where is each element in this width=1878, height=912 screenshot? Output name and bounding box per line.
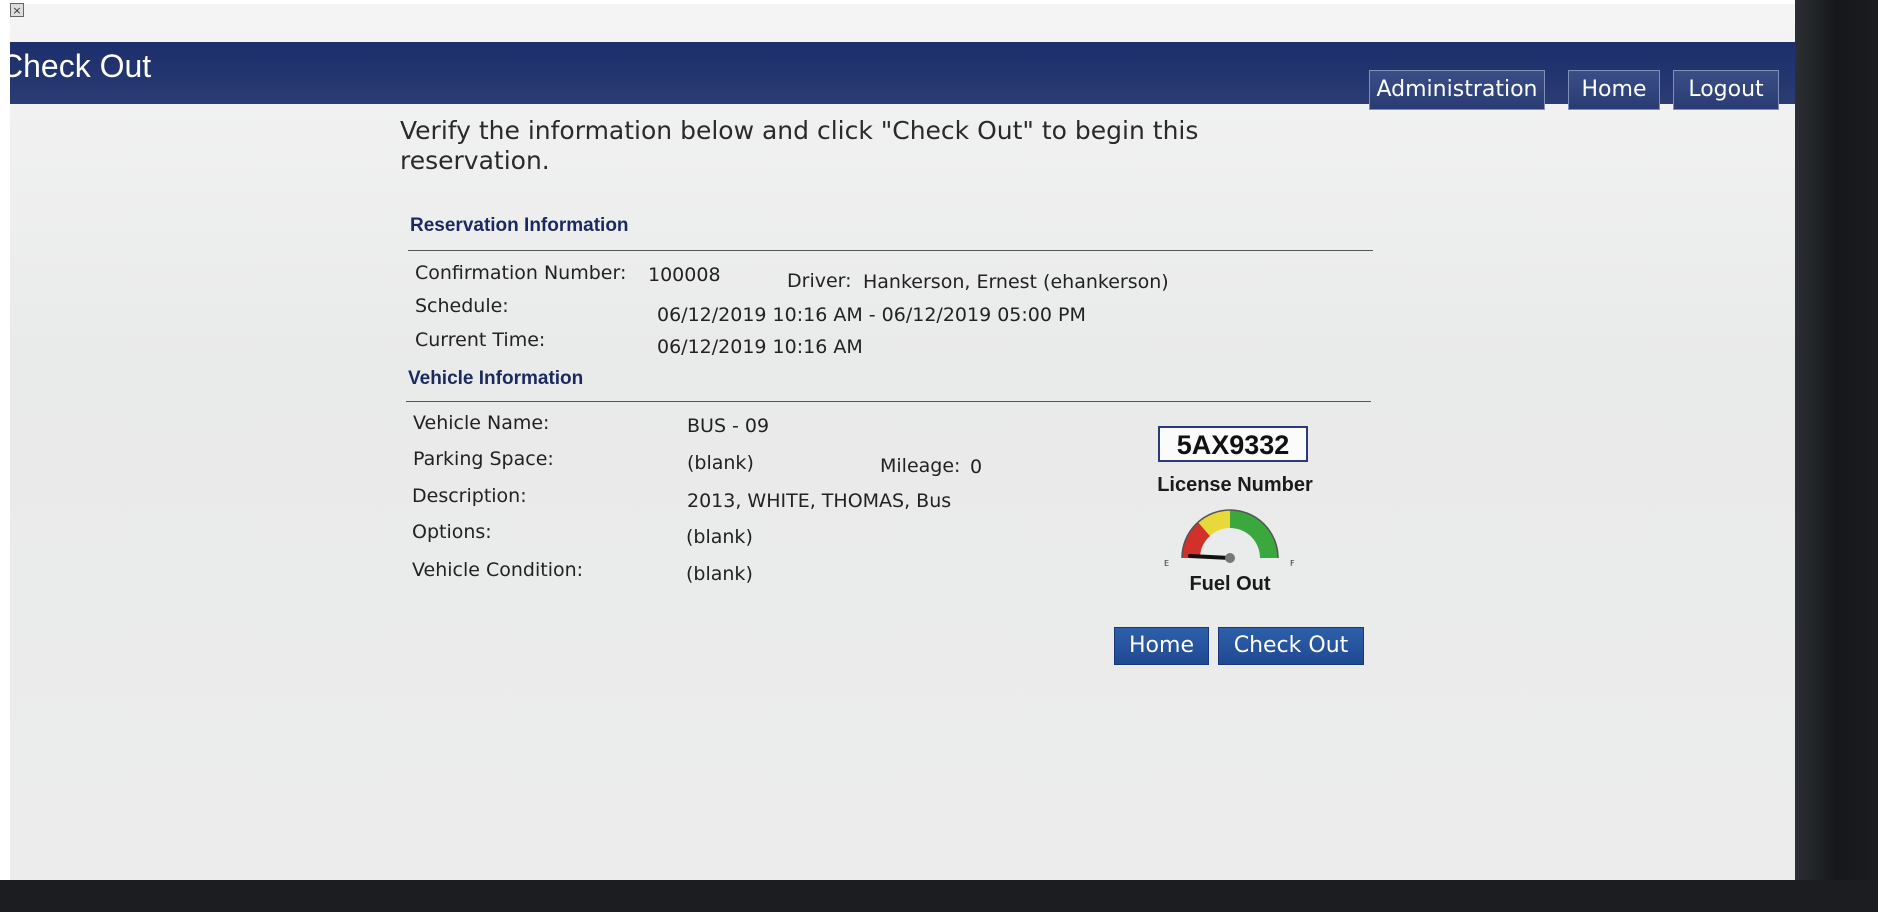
current-time-label: Current Time: <box>415 329 546 351</box>
vehicle-name-value: BUS - 09 <box>687 415 770 437</box>
schedule-value: 06/12/2019 10:16 AM - 06/12/2019 05:00 P… <box>657 304 1086 326</box>
driver-value: Hankerson, Ernest (ehankerson) <box>863 271 1169 293</box>
gauge-hub <box>1225 553 1235 563</box>
vehicle-condition-value: (blank) <box>686 563 753 585</box>
instructions-text: Verify the information below and click "… <box>400 116 1199 175</box>
parking-space-value: (blank) <box>687 452 754 474</box>
nav-logout-button[interactable]: Logout <box>1673 70 1779 110</box>
reservation-divider <box>408 250 1373 251</box>
page-title: Check Out <box>0 48 152 84</box>
gauge-needle <box>1188 554 1232 560</box>
gauge-empty-mark: E <box>1164 559 1169 568</box>
options-value: (blank) <box>686 526 753 548</box>
mileage-label: Mileage: <box>880 455 961 477</box>
description-label: Description: <box>412 485 527 507</box>
vehicle-divider <box>406 401 1371 402</box>
vehicle-section-title: Vehicle Information <box>408 368 584 389</box>
mileage-value: 0 <box>970 456 983 478</box>
fuel-gauge: E F <box>1164 509 1295 568</box>
confirmation-value: 100008 <box>648 264 721 286</box>
monitor-bezel-bottom <box>0 880 1878 912</box>
vehicle-condition-label: Vehicle Condition: <box>412 559 584 581</box>
description-value: 2013, WHITE, THOMAS, Bus <box>687 490 952 512</box>
nav-home-button[interactable]: Home <box>1568 70 1660 110</box>
license-plate: 5AX9332 <box>1158 426 1308 462</box>
home-button[interactable]: Home <box>1114 627 1209 665</box>
options-label: Options: <box>412 521 492 543</box>
current-time-value: 06/12/2019 10:16 AM <box>657 336 863 358</box>
schedule-label: Schedule: <box>415 295 509 317</box>
driver-label: Driver: <box>787 270 852 292</box>
reservation-section-title: Reservation Information <box>410 215 629 236</box>
gauge-green-zone <box>1230 510 1278 558</box>
broken-image-icon: × <box>10 3 24 17</box>
gauge-full-mark: F <box>1290 559 1295 568</box>
confirmation-label: Confirmation Number: <box>415 262 627 284</box>
parking-space-label: Parking Space: <box>413 448 554 470</box>
check-out-button[interactable]: Check Out <box>1218 627 1364 665</box>
photo-frame: × Check Out Administration Home Logout V… <box>0 0 1878 912</box>
fuel-out-label: Fuel Out <box>1189 573 1271 595</box>
monitor-bezel-right <box>1795 0 1878 912</box>
vehicle-name-label: Vehicle Name: <box>413 412 550 434</box>
license-number-label: License Number <box>1157 474 1313 496</box>
nav-administration-button[interactable]: Administration <box>1369 70 1545 110</box>
